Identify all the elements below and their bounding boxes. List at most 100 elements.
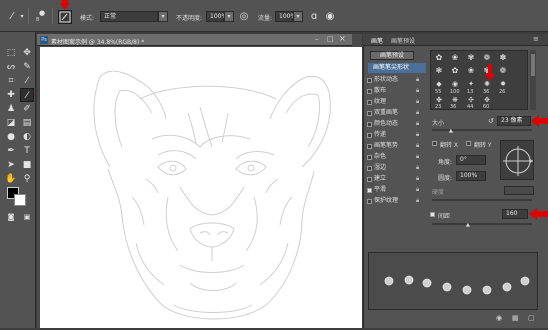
brush-angle-preview[interactable] — [500, 140, 534, 180]
hardness-slider-track[interactable] — [432, 199, 532, 201]
checkbox-flip-x[interactable] — [432, 141, 437, 146]
checkbox-wet-edges[interactable] — [367, 166, 372, 171]
spacing-input[interactable]: 160 — [502, 209, 528, 219]
airbrush-icon[interactable]: ɑ — [308, 11, 320, 23]
list-item-scattering[interactable]: 散布 — [374, 86, 386, 96]
close-icon[interactable]: × — [339, 34, 346, 43]
size-input[interactable]: 23 像素 — [497, 116, 531, 126]
lock-icon[interactable]: 🔒︎ — [416, 109, 422, 117]
grid-scrollbar[interactable] — [530, 50, 536, 110]
brush-thumb[interactable]: ✹ — [497, 79, 509, 89]
crop-tool-icon[interactable]: ⌗ — [4, 74, 18, 88]
checkbox-flip-y[interactable] — [466, 141, 471, 146]
list-item-dual-brush[interactable]: 双重画笔 — [374, 108, 398, 118]
lock-icon[interactable]: 🔒︎ — [416, 98, 422, 106]
hardness-input[interactable] — [504, 186, 534, 195]
checkbox-protect-texture[interactable] — [367, 199, 372, 204]
brush-thumb[interactable]: ✿ — [433, 53, 445, 63]
brush-thumb[interactable]: ❁ — [497, 66, 509, 76]
blur-tool-icon[interactable]: ● — [4, 130, 18, 144]
tool-preset-dropdown-icon[interactable]: ▾ — [16, 11, 28, 23]
brush-thumb[interactable]: ✦ — [465, 79, 477, 89]
lock-icon[interactable]: 🔒︎ — [416, 87, 422, 95]
maximize-icon[interactable]: □ — [327, 35, 334, 43]
lock-icon[interactable]: 🔒︎ — [416, 175, 422, 183]
brush-thumb[interactable]: ❃ — [433, 66, 445, 76]
angle-input[interactable]: 0° — [456, 155, 486, 165]
dodge-tool-icon[interactable]: ◐ — [20, 130, 34, 144]
lock-icon[interactable]: 🔒︎ — [416, 131, 422, 139]
brush-thumb[interactable]: ✿ — [449, 66, 461, 76]
quick-selection-icon[interactable]: ✎ — [20, 60, 34, 74]
shape-tool-icon[interactable]: ■ — [20, 158, 34, 172]
checkbox-smoothing[interactable] — [367, 188, 372, 193]
brush-thumb[interactable]: ✾ — [465, 53, 477, 63]
reset-size-icon[interactable]: ↺ — [488, 117, 494, 125]
opacity-input[interactable]: 100% — [206, 11, 227, 22]
flow-input[interactable]: 100% — [275, 11, 296, 22]
list-item-texture[interactable]: 纹理 — [374, 97, 386, 107]
screen-mode-icon[interactable]: ▣ — [20, 210, 34, 224]
list-item-shape-dynamics[interactable]: 形状动态 — [374, 75, 398, 85]
checkbox-brush-pose[interactable] — [367, 144, 372, 149]
brush-presets-button[interactable]: 画笔预设 — [370, 51, 414, 60]
list-item-brush-tip-shape[interactable]: 画笔笔尖形状 — [373, 63, 409, 73]
roundness-input[interactable]: 100% — [456, 171, 486, 181]
list-item-color-dynamics[interactable]: 颜色动态 — [374, 119, 398, 129]
lasso-tool-icon[interactable]: ᔕ — [4, 60, 18, 74]
mode-dropdown-icon[interactable]: ▾ — [158, 11, 168, 22]
zoom-tool-icon[interactable]: ⚲ — [20, 172, 34, 186]
lock-icon[interactable]: 🔒︎ — [416, 76, 422, 84]
brush-tool-icon[interactable]: ⁄ — [20, 88, 34, 102]
spot-healing-icon[interactable]: ✚ — [4, 88, 18, 102]
pressure-size-icon[interactable]: ◉ — [324, 11, 336, 23]
lock-icon[interactable]: 🔒︎ — [416, 186, 422, 194]
size-slider-track[interactable] — [432, 129, 532, 131]
pen-tool-icon[interactable]: ✒ — [4, 144, 18, 158]
quick-mask-icon[interactable]: ◙ — [4, 210, 18, 224]
lock-icon[interactable]: 🔒︎ — [416, 142, 422, 150]
move-tool-icon[interactable]: ✥ — [20, 46, 34, 60]
list-item-protect-texture[interactable]: 保护纹理 — [374, 196, 398, 206]
list-item-smoothing[interactable]: 平滑 — [374, 185, 386, 195]
toggle-preview-icon[interactable]: ◉ — [496, 314, 502, 322]
minimize-icon[interactable]: – — [315, 35, 319, 43]
checkbox-spacing[interactable] — [430, 212, 435, 217]
eyedropper-icon[interactable]: ⁄ — [20, 74, 34, 88]
checkbox-transfer[interactable] — [367, 133, 372, 138]
spacing-slider-track[interactable] — [432, 223, 532, 225]
brush-thumb[interactable]: ❀ — [465, 66, 477, 76]
document-tab[interactable]: Ps 素材图案示例 @ 34.8%(RGB/8) * – □ × — [37, 34, 352, 46]
list-item-build-up[interactable]: 建立 — [374, 174, 386, 184]
new-preset-icon[interactable]: ▢ — [528, 314, 535, 322]
lock-icon[interactable]: 🔒︎ — [416, 164, 422, 172]
clone-stamp-icon[interactable]: ♟ — [4, 102, 18, 116]
grid-view-icon[interactable]: ▦ — [512, 314, 519, 322]
checkbox-scattering[interactable] — [367, 89, 372, 94]
checkbox-color-dynamics[interactable] — [367, 122, 372, 127]
tab-brush[interactable]: 画笔 — [371, 36, 383, 45]
lock-icon[interactable]: 🔒︎ — [416, 197, 422, 205]
checkbox-shape-dynamics[interactable] — [367, 78, 372, 83]
background-color-swatch[interactable] — [14, 194, 26, 206]
brush-thumb[interactable]: ◆ — [433, 79, 445, 89]
gradient-icon[interactable]: ▤ — [20, 116, 34, 130]
path-selection-icon[interactable]: ➤ — [4, 158, 18, 172]
flow-dropdown-icon[interactable]: ▾ — [293, 11, 303, 22]
checkbox-dual-brush[interactable] — [367, 111, 372, 116]
panel-menu-icon[interactable]: ≡ — [533, 35, 539, 43]
mode-select[interactable]: 正常 — [100, 11, 158, 22]
scrollbar-thumb[interactable] — [531, 54, 535, 76]
opacity-dropdown-icon[interactable]: ▾ — [224, 11, 234, 22]
list-item-noise[interactable]: 杂色 — [374, 152, 386, 162]
checkbox-texture[interactable] — [367, 100, 372, 105]
rectangular-marquee-icon[interactable]: ⬚ — [4, 46, 18, 60]
history-brush-icon[interactable]: ✐ — [20, 102, 34, 116]
brush-thumb[interactable]: ❁ — [481, 53, 493, 63]
checkbox-build-up[interactable] — [367, 177, 372, 182]
lock-icon[interactable]: 🔒︎ — [416, 153, 422, 161]
list-item-wet-edges[interactable]: 湿边 — [374, 163, 386, 173]
checkbox-noise[interactable] — [367, 155, 372, 160]
brush-thumb[interactable]: ❀ — [449, 53, 461, 63]
toggle-brush-panel-button[interactable] — [58, 10, 72, 24]
